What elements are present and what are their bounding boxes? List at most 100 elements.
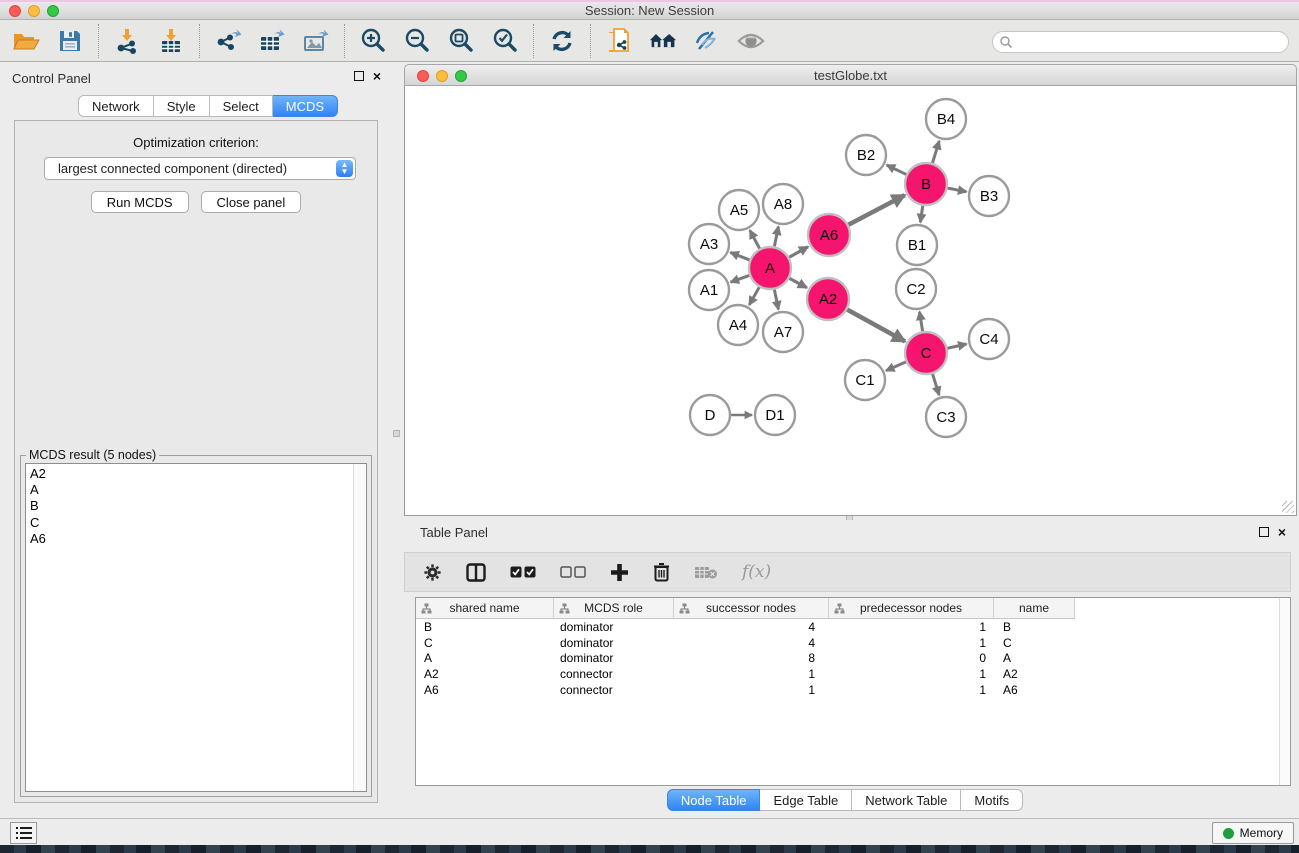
node-table[interactable]: shared nameMCDS rolesuccessor nodesprede… — [415, 597, 1291, 786]
graph-edge-B-B4[interactable] — [932, 141, 939, 163]
graph-edge-B-B2[interactable] — [887, 165, 906, 174]
graph-edge-C-C4[interactable] — [947, 344, 966, 348]
mcds-result-list[interactable]: A2ABCA6 — [25, 463, 367, 792]
network-graph[interactable]: B4B2BB3A5A8A6B1A3AC2A1A2A4A7C4CC1DD1C3 — [405, 86, 1296, 515]
tab-edge-table[interactable]: Edge Table — [760, 789, 852, 811]
graph-node-B[interactable]: B — [905, 163, 947, 205]
graph-edge-A-A2[interactable] — [789, 278, 806, 287]
table-cell[interactable]: 4 — [674, 620, 829, 634]
column-header-predecessor-nodes[interactable]: predecessor nodes — [829, 598, 994, 619]
table-cell[interactable]: A6 — [416, 683, 554, 697]
table-cell[interactable]: connector — [554, 667, 674, 681]
graph-edge-A-A3[interactable] — [730, 252, 749, 260]
table-cell[interactable]: 1 — [674, 683, 829, 697]
graph-node-D1[interactable]: D1 — [755, 395, 795, 435]
refresh-icon[interactable] — [548, 27, 576, 55]
close-panel-button[interactable]: Close panel — [201, 191, 302, 213]
search-input[interactable] — [1013, 33, 1288, 51]
graph-edge-A2-C[interactable] — [847, 310, 905, 342]
graph-edge-A-A8[interactable] — [774, 227, 778, 247]
optimization-criterion-select[interactable]: largest connected component (directed) ▲… — [44, 157, 356, 180]
zoom-fit-icon[interactable] — [447, 27, 475, 55]
graph-node-A4[interactable]: A4 — [718, 305, 758, 345]
table-cell[interactable]: 8 — [674, 651, 829, 665]
table-scrollbar[interactable] — [1279, 598, 1290, 785]
table-row[interactable]: Adominator80A — [416, 650, 1290, 666]
graph-edge-A-A7[interactable] — [774, 290, 778, 310]
network-canvas[interactable]: B4B2BB3A5A8A6B1A3AC2A1A2A4A7C4CC1DD1C3 — [404, 86, 1297, 516]
graph-node-C[interactable]: C — [905, 332, 947, 374]
graph-node-A1[interactable]: A1 — [689, 270, 729, 310]
close-panel-icon[interactable]: × — [373, 71, 381, 81]
graph-edge-B-B3[interactable] — [948, 188, 967, 192]
graph-edge-A-A1[interactable] — [731, 275, 750, 282]
home-icon[interactable] — [649, 27, 677, 55]
table-cell[interactable]: dominator — [554, 636, 674, 650]
table-cell[interactable]: connector — [554, 683, 674, 697]
memory-button[interactable]: Memory — [1212, 822, 1294, 844]
tab-motifs[interactable]: Motifs — [961, 789, 1023, 811]
table-cell[interactable]: A2 — [416, 667, 554, 681]
table-cell[interactable]: A2 — [994, 667, 1075, 681]
table-cell[interactable]: B — [994, 620, 1075, 634]
table-row[interactable]: Bdominator41B — [416, 619, 1290, 635]
graph-node-C4[interactable]: C4 — [969, 319, 1009, 359]
resize-grip-icon[interactable] — [1282, 501, 1294, 513]
column-header-MCDS-role[interactable]: MCDS role — [554, 598, 674, 619]
table-cell[interactable]: dominator — [554, 620, 674, 634]
table-cell[interactable]: dominator — [554, 651, 674, 665]
table-cell[interactable]: B — [416, 620, 554, 634]
column-header-successor-nodes[interactable]: successor nodes — [674, 598, 829, 619]
network-file-icon[interactable] — [605, 27, 633, 55]
graph-edge-A-A6[interactable] — [789, 247, 808, 258]
graph-edge-A-A4[interactable] — [749, 287, 759, 305]
graph-node-A8[interactable]: A8 — [763, 184, 803, 224]
float-panel-icon[interactable] — [354, 71, 364, 81]
tab-style[interactable]: Style — [154, 95, 210, 117]
table-cell[interactable]: 1 — [829, 636, 994, 650]
export-image-icon[interactable] — [302, 27, 330, 55]
hide-graphics-details-icon[interactable] — [693, 27, 721, 55]
table-row[interactable]: A6connector11A6 — [416, 682, 1290, 698]
tab-node-table[interactable]: Node Table — [667, 789, 761, 811]
graph-node-A3[interactable]: A3 — [689, 224, 729, 264]
table-cell[interactable]: 1 — [829, 620, 994, 634]
save-session-icon[interactable] — [56, 27, 84, 55]
graph-node-C2[interactable]: C2 — [896, 269, 936, 309]
table-cell[interactable]: C — [994, 636, 1075, 650]
task-history-button[interactable] — [10, 822, 37, 844]
graph-edge-A-A5[interactable] — [750, 230, 760, 248]
graph-edge-B-B1[interactable] — [920, 206, 922, 222]
table-cell[interactable]: 0 — [829, 651, 994, 665]
gear-icon[interactable] — [423, 563, 442, 582]
graph-node-B3[interactable]: B3 — [969, 176, 1009, 216]
zoom-selected-icon[interactable] — [491, 27, 519, 55]
table-cell[interactable]: 1 — [829, 683, 994, 697]
graph-node-D[interactable]: D — [690, 395, 730, 435]
graph-node-A6[interactable]: A6 — [808, 214, 850, 256]
mcds-result-item[interactable]: B — [30, 498, 366, 514]
table-cell[interactable]: 4 — [674, 636, 829, 650]
split-columns-icon[interactable] — [466, 563, 486, 582]
table-cell[interactable]: A — [416, 651, 554, 665]
mcds-result-item[interactable]: A6 — [30, 531, 366, 547]
column-header-name[interactable]: name — [994, 598, 1075, 619]
import-network-icon[interactable] — [113, 27, 141, 55]
table-cell[interactable]: A — [994, 651, 1075, 665]
export-network-icon[interactable] — [214, 27, 242, 55]
tab-select[interactable]: Select — [210, 95, 273, 117]
graph-node-A5[interactable]: A5 — [719, 190, 759, 230]
mcds-result-item[interactable]: A2 — [30, 466, 366, 482]
graph-edge-A6-B[interactable] — [848, 195, 904, 225]
search-field[interactable] — [992, 31, 1289, 53]
graph-node-B4[interactable]: B4 — [926, 99, 966, 139]
graph-edge-C-C2[interactable] — [920, 312, 923, 332]
table-cell[interactable]: A6 — [994, 683, 1075, 697]
table-row[interactable]: Cdominator41C — [416, 635, 1290, 651]
open-session-icon[interactable] — [12, 27, 40, 55]
graph-node-C3[interactable]: C3 — [926, 397, 966, 437]
zoom-in-icon[interactable] — [359, 27, 387, 55]
table-cell[interactable]: C — [416, 636, 554, 650]
mcds-result-item[interactable]: C — [30, 515, 366, 531]
import-table-icon[interactable] — [157, 27, 185, 55]
